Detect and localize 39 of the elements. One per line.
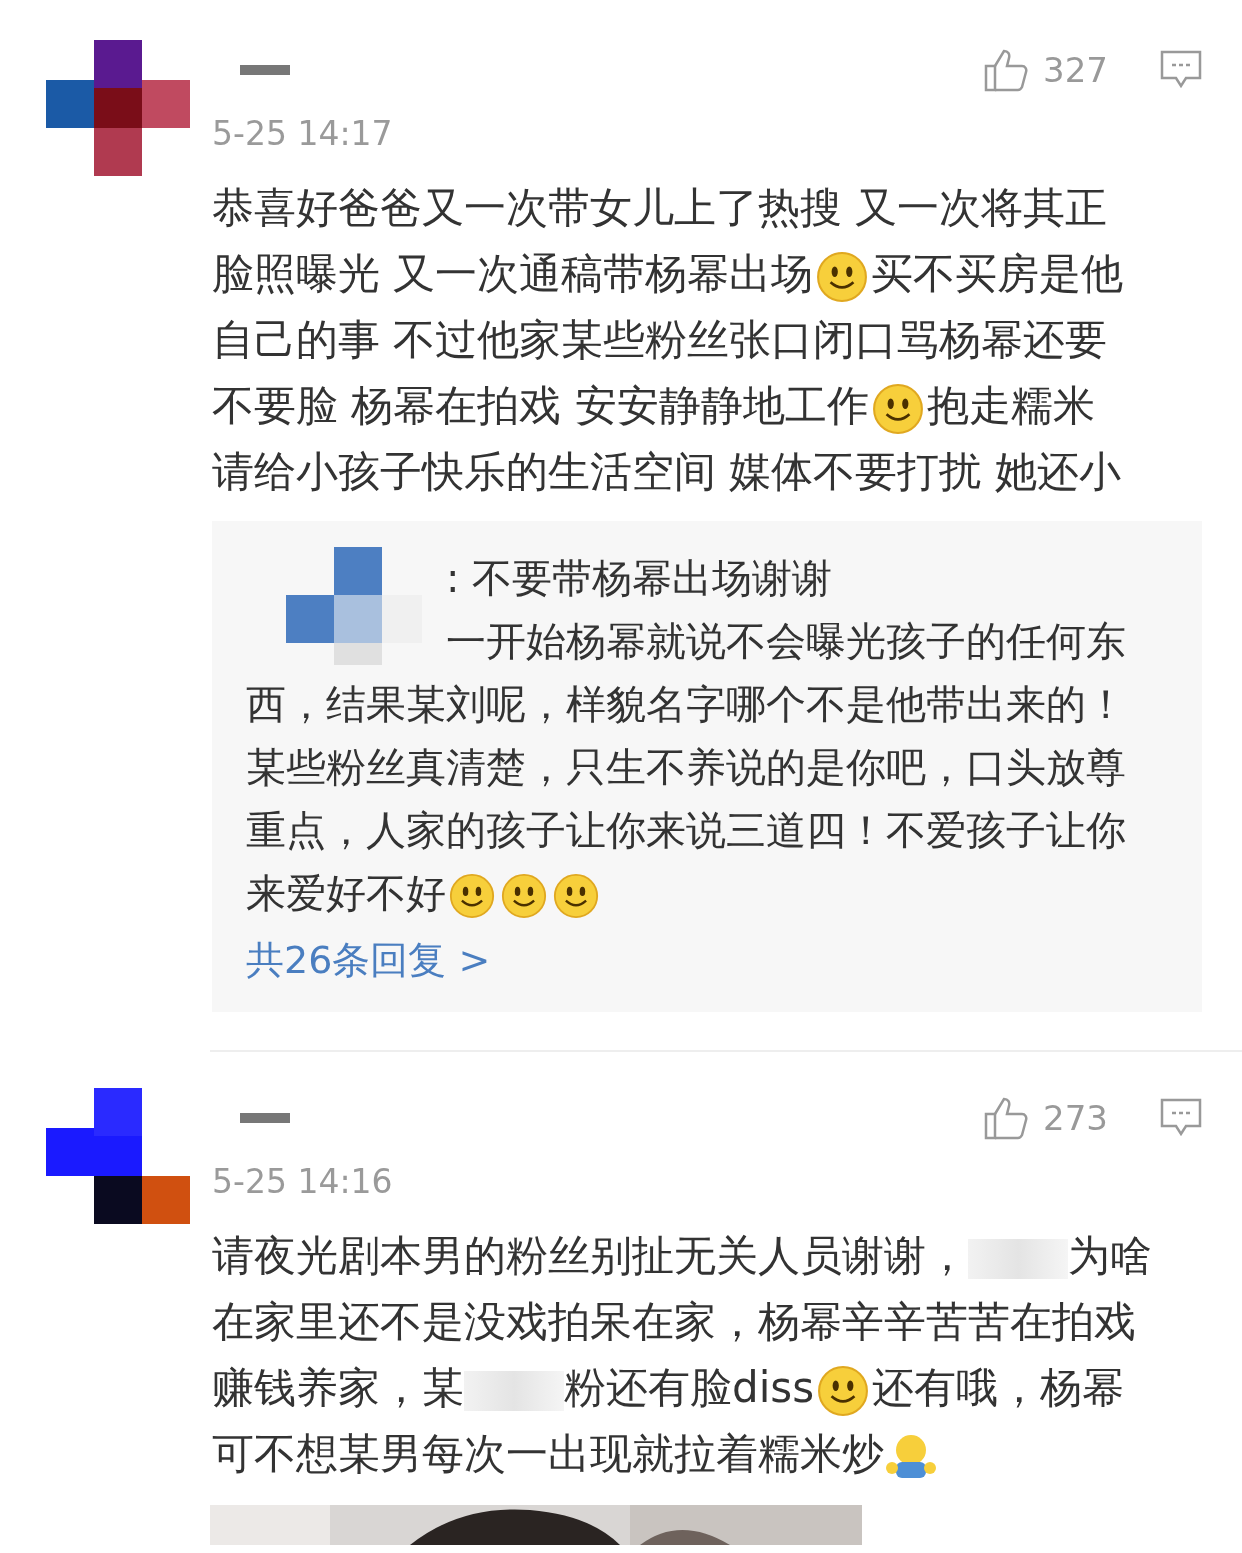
- comment-text: : 不要带杨幂出场谢谢: [446, 555, 833, 601]
- comment-text: 赚钱养家，某: [212, 1363, 464, 1412]
- comment-text: 来爱好不好: [246, 870, 446, 916]
- name-mosaic: [240, 1113, 290, 1123]
- name-mosaic: [240, 65, 290, 75]
- comment-text: 某些粉丝真清楚，只生不养说的是你吧，口头放尊: [246, 744, 1126, 790]
- avatar[interactable]: [46, 1088, 190, 1224]
- smiley-icon: [553, 873, 599, 919]
- smiley-icon: [816, 250, 869, 303]
- comment-text: 恭喜好爸爸又一次带女儿上了热搜 又一次将其正: [212, 183, 1108, 232]
- comment-text: 脸照曝光 又一次通稿带杨幂出场: [212, 249, 814, 298]
- timestamp: 5-25 14:17: [212, 114, 394, 153]
- comment-icon[interactable]: [1160, 1098, 1202, 1138]
- comment-text: 抱走糯米: [926, 381, 1095, 430]
- avatar[interactable]: [46, 40, 190, 176]
- smiley-icon: [817, 1364, 870, 1417]
- comment-text: 买不买房是他: [871, 249, 1124, 298]
- like-count: 327: [1043, 50, 1108, 90]
- comment-text: 为啥: [1068, 1231, 1152, 1280]
- comment-text: 在家里还不是没戏拍呆在家，杨幂辛辛苦苦在拍戏: [212, 1297, 1136, 1346]
- smiley-icon: [871, 382, 924, 435]
- comment-text: 一开始杨幂就说不会曝光孩子的任何东: [446, 618, 1126, 664]
- comment-text: 不要脸 杨幂在拍戏 安安静静地工作: [212, 381, 869, 430]
- like-count: 273: [1043, 1098, 1108, 1138]
- comment-text: 重点，人家的孩子让你来说三道四！不爱孩子让你: [246, 807, 1126, 853]
- comment-text: 请给小孩子快乐的生活空间 媒体不要打扰 她还小: [212, 447, 1121, 496]
- comment-text: 自己的事 不过他家某些粉丝张口闭口骂杨幂还要: [212, 315, 1108, 364]
- comment-text: 还有哦，杨幂: [872, 1363, 1125, 1412]
- timestamp: 5-25 14:16: [212, 1162, 394, 1201]
- comment-text: 请夜光剧本男的粉丝别扯无关人员谢谢，: [212, 1231, 968, 1280]
- comment-text: 可不想某男每次一出现就拉着糯米炒: [212, 1429, 884, 1478]
- thumbs-up-icon[interactable]: [983, 1096, 1030, 1140]
- smiley-icon: [501, 873, 547, 919]
- comment-text: 西，结果某刘呢，样貌名字哪个不是他带出来的！: [246, 681, 1126, 727]
- smiley-icon: [449, 873, 495, 919]
- comment-icon[interactable]: [1160, 50, 1202, 90]
- thumbs-up-icon[interactable]: [983, 48, 1030, 92]
- more-replies-link[interactable]: 共26条回复 >: [246, 935, 491, 986]
- comment-text: 粉还有脸diss: [564, 1363, 815, 1412]
